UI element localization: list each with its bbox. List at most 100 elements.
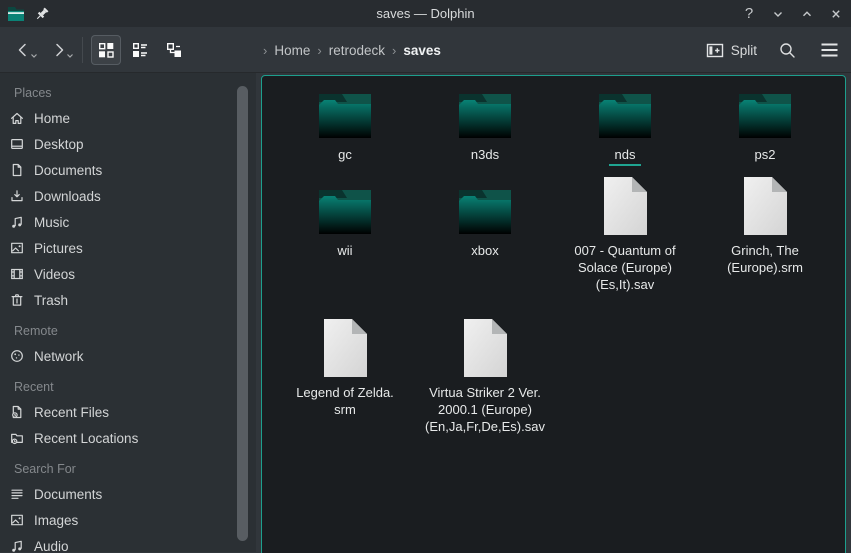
- folder-item-n3ds[interactable]: n3ds: [415, 80, 555, 176]
- folder-item-xbox[interactable]: xbox: [415, 176, 555, 318]
- sidebar-scrollbar[interactable]: [237, 86, 248, 541]
- sidebar-item-label: Documents: [34, 163, 102, 178]
- breadcrumb: › Home › retrodeck › saves: [263, 27, 441, 73]
- sidebar-item-label: Images: [34, 513, 78, 528]
- file-item-legend-of-zelda[interactable]: Legend of Zelda. srm: [275, 318, 415, 468]
- breadcrumb-chevron-icon: ›: [317, 43, 321, 58]
- item-label: gc: [338, 146, 352, 163]
- sidebar-item-documents[interactable]: Documents: [0, 157, 256, 183]
- forward-dropdown-caret[interactable]: [66, 46, 74, 64]
- split-label: Split: [731, 43, 757, 58]
- sidebar-item-label: Recent Files: [34, 405, 109, 420]
- item-label: xbox: [471, 242, 498, 259]
- item-label: Legend of Zelda. srm: [296, 384, 394, 418]
- breadcrumb-chevron-icon: ›: [263, 43, 267, 58]
- sidebar-item-downloads[interactable]: Downloads: [0, 183, 256, 209]
- icons-view-button[interactable]: [91, 35, 121, 65]
- breadcrumb-home[interactable]: Home: [274, 43, 310, 58]
- recent-locations-icon: [9, 430, 25, 446]
- item-label: 007 - Quantum of Solace (Europe) (Es,It)…: [574, 242, 675, 293]
- section-header-remote: Remote: [0, 319, 256, 343]
- toolbar: › Home › retrodeck › saves Split: [0, 27, 851, 73]
- home-icon: [9, 110, 25, 126]
- sidebar-item-videos[interactable]: Videos: [0, 261, 256, 287]
- sidebar-item-desktop[interactable]: Desktop: [0, 131, 256, 157]
- breadcrumb-retrodeck[interactable]: retrodeck: [329, 43, 385, 58]
- folder-item-nds[interactable]: nds: [555, 80, 695, 176]
- sidebar-item-search-audio[interactable]: Audio: [0, 533, 256, 552]
- sidebar-item-label: Downloads: [34, 189, 101, 204]
- folder-icon: [275, 80, 415, 140]
- item-label: Virtua Striker 2 Ver. 2000.1 (Europe) (E…: [425, 384, 545, 435]
- sidebar-item-network[interactable]: Network: [0, 343, 256, 369]
- sidebar-item-label: Pictures: [34, 241, 83, 256]
- section-header-recent: Recent: [0, 375, 256, 399]
- split-button[interactable]: Split: [704, 38, 759, 63]
- item-label: nds: [609, 146, 642, 166]
- item-label: Grinch, The (Europe).srm: [727, 242, 803, 276]
- sidebar-item-search-documents[interactable]: Documents: [0, 481, 256, 507]
- download-icon: [9, 188, 25, 204]
- sidebar-item-home[interactable]: Home: [0, 105, 256, 131]
- sidebar-item-label: Desktop: [34, 137, 84, 152]
- file-icon: [275, 318, 415, 378]
- maximize-button[interactable]: [798, 5, 816, 23]
- places-panel: Places Home Desktop: [0, 73, 256, 552]
- music-note-icon: [9, 214, 25, 230]
- titlebar: saves — Dolphin ?: [0, 0, 851, 27]
- help-button[interactable]: ?: [740, 5, 758, 23]
- search-button[interactable]: [773, 36, 801, 64]
- sidebar-item-label: Home: [34, 111, 70, 126]
- sidebar-item-label: Videos: [34, 267, 75, 282]
- toolbar-separator: [82, 37, 83, 63]
- sidebar-item-search-images[interactable]: Images: [0, 507, 256, 533]
- dolphin-window: saves — Dolphin ?: [0, 0, 851, 553]
- minimize-button[interactable]: [769, 5, 787, 23]
- breadcrumb-chevron-icon: ›: [392, 43, 396, 58]
- sidebar-item-label: Trash: [34, 293, 68, 308]
- folder-icon: [275, 176, 415, 236]
- document-icon: [9, 162, 25, 178]
- close-button[interactable]: [827, 5, 845, 23]
- folder-item-ps2[interactable]: ps2: [695, 80, 835, 176]
- breadcrumb-saves[interactable]: saves: [403, 43, 441, 58]
- film-icon: [9, 266, 25, 282]
- sidebar-item-recent-locations[interactable]: Recent Locations: [0, 425, 256, 451]
- desktop-icon: [9, 136, 25, 152]
- item-label: wii: [337, 242, 352, 259]
- sidebar-item-label: Documents: [34, 487, 102, 502]
- sidebar-item-music[interactable]: Music: [0, 209, 256, 235]
- window-title: saves — Dolphin: [0, 6, 851, 21]
- sidebar-item-label: Network: [34, 349, 84, 364]
- recent-files-icon: [9, 404, 25, 420]
- split-view-icon: [706, 42, 724, 59]
- hamburger-menu-button[interactable]: [815, 36, 843, 64]
- sidebar-item-label: Audio: [34, 539, 69, 553]
- tree-view-button[interactable]: [159, 35, 189, 65]
- folder-icon: [415, 176, 555, 236]
- file-view[interactable]: gc n3ds nds: [261, 75, 846, 553]
- folder-item-wii[interactable]: wii: [275, 176, 415, 318]
- file-item-grinch-the[interactable]: Grinch, The (Europe).srm: [695, 176, 835, 318]
- sidebar-item-pictures[interactable]: Pictures: [0, 235, 256, 261]
- details-view-button[interactable]: [125, 35, 155, 65]
- item-label: ps2: [755, 146, 776, 163]
- sidebar-item-trash[interactable]: Trash: [0, 287, 256, 313]
- file-item-007-quantum-of-solace[interactable]: 007 - Quantum of Solace (Europe) (Es,It)…: [555, 176, 695, 318]
- file-item-virtua-striker-2[interactable]: Virtua Striker 2 Ver. 2000.1 (Europe) (E…: [415, 318, 555, 468]
- forward-button[interactable]: [46, 35, 72, 65]
- music-note-icon: [9, 538, 25, 552]
- network-globe-icon: [9, 348, 25, 364]
- image-icon: [9, 512, 25, 528]
- text-lines-icon: [9, 486, 25, 502]
- folder-icon: [415, 80, 555, 140]
- sidebar-item-label: Music: [34, 215, 69, 230]
- sidebar-item-recent-files[interactable]: Recent Files: [0, 399, 256, 425]
- file-icon: [695, 176, 835, 236]
- section-header-search-for: Search For: [0, 457, 256, 481]
- folder-item-gc[interactable]: gc: [275, 80, 415, 176]
- back-button[interactable]: [10, 35, 36, 65]
- folder-icon: [695, 80, 835, 140]
- back-dropdown-caret[interactable]: [30, 46, 38, 64]
- folder-icon: [555, 80, 695, 140]
